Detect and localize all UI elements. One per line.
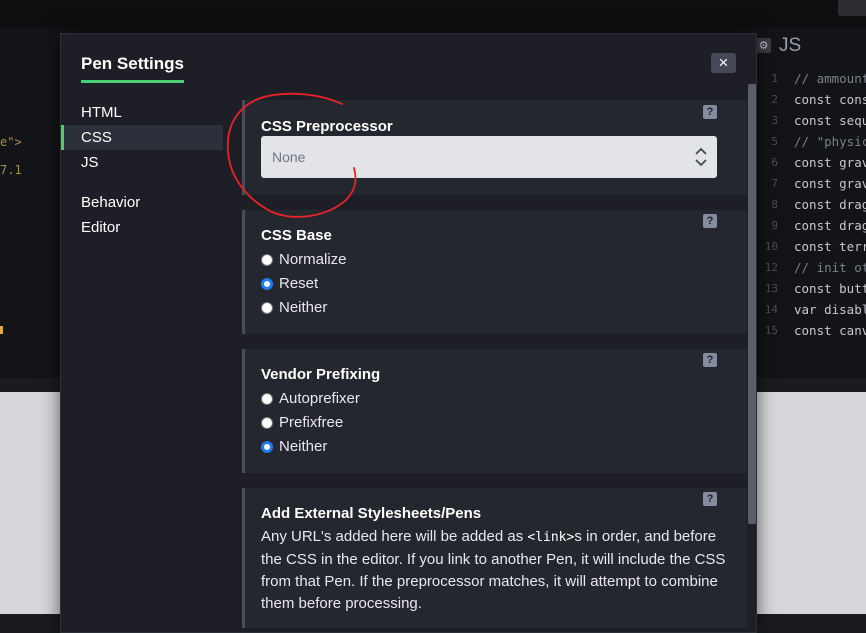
css-base-panel: CSS Base ? Normalize Reset Neither (242, 210, 747, 334)
radio-label: Prefixfree (279, 414, 344, 431)
code-text: const sequ (794, 113, 866, 128)
radio-neither[interactable]: Neither (261, 299, 327, 316)
js-editor-header: ⚙ JS (756, 33, 866, 58)
top-bar-button[interactable] (838, 0, 866, 16)
js-editor-code[interactable]: 1 // ammount 2 const cons 3 const sequ 5 // "ph… (756, 68, 866, 341)
sidebar-item-editor[interactable]: Editor (61, 215, 223, 240)
code-line: 14 var disabl (756, 299, 866, 320)
code-line: 5 // "physic (756, 131, 866, 152)
line-number: 7 (771, 177, 778, 190)
code-text: const cons (794, 92, 866, 107)
radio-label: Neither (279, 299, 328, 316)
link-tag-code: <link> (527, 530, 575, 545)
radio-label: Autoprefixer (279, 390, 360, 407)
code-text: const drag (794, 218, 866, 233)
vendor-prefixing-panel: Vendor Prefixing ? Autoprefixer Prefixfr… (242, 349, 747, 473)
code-line: 15 const canv (756, 320, 866, 341)
help-icon[interactable]: ? (703, 353, 717, 367)
css-preprocessor-select[interactable]: None (261, 136, 717, 178)
select-value: None (272, 149, 306, 165)
line-number: 13 (764, 282, 778, 295)
radio-button[interactable] (261, 301, 273, 314)
radio-prefixfree[interactable]: Prefixfree (261, 414, 343, 431)
desc-text: Any URL's added here will be added as (261, 528, 528, 545)
code-line: 10 const terr (756, 236, 866, 257)
code-line: 6 const grav (756, 152, 866, 173)
radio-button[interactable] (261, 440, 273, 453)
line-number: 10 (764, 240, 778, 253)
panel-title: Vendor Prefixing (261, 366, 381, 383)
editor-top-bar (0, 0, 866, 28)
modal-title: Pen Settings (81, 54, 184, 83)
sidebar-item-behavior[interactable]: Behavior (61, 190, 223, 215)
panel-title: Add External Stylesheets/Pens (261, 505, 482, 522)
code-line: 1 // ammount (756, 68, 866, 89)
line-number: 8 (771, 198, 778, 211)
radio-label: Reset (279, 275, 319, 292)
panel-title: CSS Preprocessor (261, 118, 393, 135)
help-icon[interactable]: ? (703, 214, 717, 228)
line-number: 12 (764, 261, 778, 274)
panel-title: CSS Base (261, 227, 332, 244)
radio-button[interactable] (261, 277, 273, 290)
html-code-line: e"> (0, 135, 22, 149)
radio-normalize[interactable]: Normalize (261, 251, 347, 268)
sidebar-item-html[interactable]: HTML (61, 100, 223, 125)
help-icon[interactable]: ? (703, 105, 717, 119)
external-stylesheets-panel: Add External Stylesheets/Pens ? Any URL'… (242, 488, 747, 628)
radio-neither[interactable]: Neither (261, 438, 327, 455)
code-text: const drag (794, 197, 866, 212)
code-text: const canv (794, 323, 866, 338)
radio-button[interactable] (261, 253, 273, 266)
radio-reset[interactable]: Reset (261, 275, 318, 292)
sidebar-item-js[interactable]: JS (61, 150, 223, 175)
line-number: 2 (771, 93, 778, 106)
pen-settings-modal: Pen Settings × HTML CSS JS Behavior Edit… (60, 33, 757, 633)
code-text: const grav (794, 155, 866, 170)
code-text: const butt (794, 281, 866, 296)
settings-sidebar: HTML CSS JS Behavior Editor (61, 100, 223, 240)
chevron-updown-icon (695, 147, 707, 167)
code-marker (0, 326, 3, 334)
help-icon[interactable]: ? (703, 492, 717, 506)
code-line: 8 const drag (756, 194, 866, 215)
code-line: 13 const butt (756, 278, 866, 299)
code-line: 3 const sequ (756, 110, 866, 131)
sidebar-item-css[interactable]: CSS (61, 125, 223, 150)
html-code-line: 7.1 (0, 163, 22, 177)
external-stylesheets-description: Any URL's added here will be added as <l… (261, 526, 731, 615)
code-line: 2 const cons (756, 89, 866, 110)
gear-icon[interactable]: ⚙ (756, 38, 771, 53)
code-text: // ammount (794, 71, 866, 86)
radio-button[interactable] (261, 416, 273, 429)
radio-autoprefixer[interactable]: Autoprefixer (261, 390, 360, 407)
code-text: // init ot (794, 260, 866, 275)
code-text: var disabl (794, 302, 866, 317)
radio-button[interactable] (261, 392, 273, 405)
code-line: 7 const grav (756, 173, 866, 194)
modal-scrollbar[interactable] (748, 84, 756, 524)
code-line: 9 const drag (756, 215, 866, 236)
code-line: 12 // init ot (756, 257, 866, 278)
js-editor-title: JS (779, 34, 802, 56)
code-text: const terr (794, 239, 866, 254)
line-number: 1 (771, 72, 778, 85)
line-number: 9 (771, 219, 778, 232)
html-editor-code: e"> 7.1 (0, 128, 22, 184)
code-text: // "physic (794, 134, 866, 149)
css-preprocessor-panel: CSS Preprocessor ? None (242, 100, 747, 195)
line-number: 6 (771, 156, 778, 169)
line-number: 3 (771, 114, 778, 127)
line-number: 15 (764, 324, 778, 337)
close-button[interactable]: × (711, 53, 736, 73)
radio-label: Normalize (279, 251, 347, 268)
radio-label: Neither (279, 438, 328, 455)
line-number: 14 (764, 303, 778, 316)
code-text: const grav (794, 176, 866, 191)
line-number: 5 (771, 135, 778, 148)
